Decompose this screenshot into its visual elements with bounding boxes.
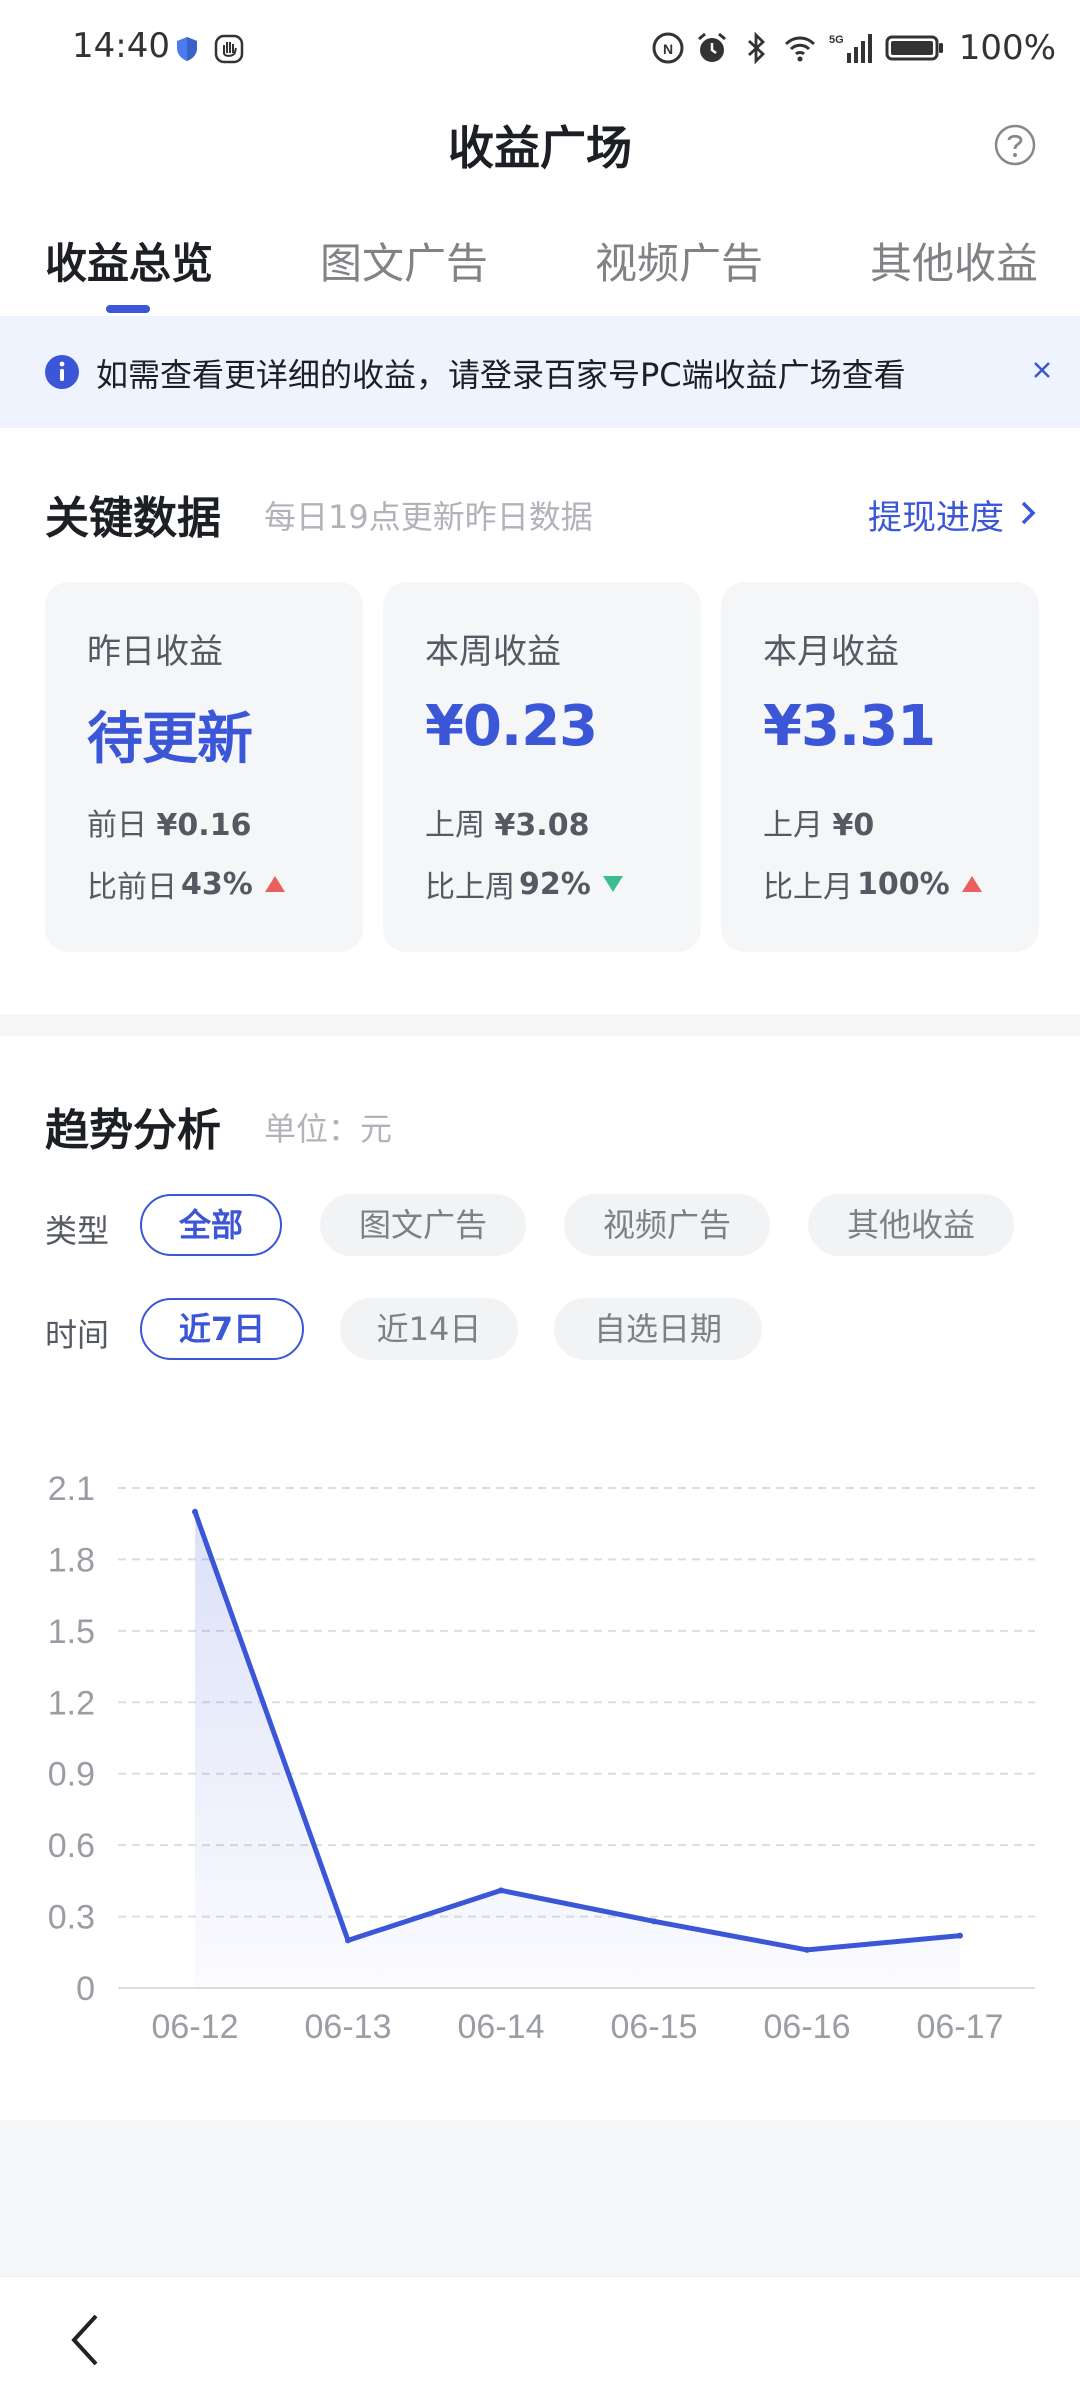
type-chip-image-text[interactable]: 图文广告 <box>320 1194 526 1256</box>
key-data-subtitle: 每日19点更新昨日数据 <box>264 498 593 536</box>
x-tick-label: 06-17 <box>917 2008 1004 2046</box>
card-month-income[interactable]: 本月收益 ¥3.31 上月 ¥0 比上月 100% <box>721 582 1039 952</box>
time-chip-14days[interactable]: 近14日 <box>340 1298 518 1360</box>
trend-chart: 2.1 1.8 1.5 1.2 0.9 0.6 0.3 0 06-12 06-13 06-14 06… <box>48 1470 1035 2046</box>
card-prev: 上月 ¥0 <box>763 808 875 843</box>
type-chip-other[interactable]: 其他收益 <box>808 1194 1014 1256</box>
time-chip-custom[interactable]: 自选日期 <box>554 1298 762 1360</box>
data-point[interactable] <box>192 1508 198 1515</box>
card-yesterday-income[interactable]: 昨日收益 待更新 前日 ¥0.16 比前日 43% <box>45 582 363 952</box>
data-point[interactable] <box>498 1887 504 1894</box>
data-point[interactable] <box>651 1918 657 1925</box>
card-label: 本周收益 <box>425 632 561 672</box>
bottom-spacer <box>0 2120 1080 2276</box>
x-tick-label: 06-16 <box>764 2008 851 2046</box>
status-bar: 14:40 N 5G 100% <box>0 0 1080 100</box>
svg-text:N: N <box>663 41 673 57</box>
series-area <box>195 1511 960 1988</box>
trend-title: 趋势分析 <box>45 1105 221 1156</box>
tab-other-income[interactable]: 其他收益 <box>870 230 1038 291</box>
trend-unit: 单位：元 <box>264 1110 393 1148</box>
nfc-icon: N <box>652 32 684 64</box>
data-point[interactable] <box>957 1932 963 1939</box>
tab-bar: 收益总览 图文广告 视频广告 其他收益 <box>0 230 1080 310</box>
card-ratio: 比上月 100% <box>763 862 982 906</box>
key-data-title: 关键数据 <box>45 493 221 544</box>
x-tick-label: 06-12 <box>152 2008 239 2046</box>
data-point[interactable] <box>345 1937 351 1944</box>
close-icon[interactable] <box>1030 358 1054 382</box>
svg-text:5G: 5G <box>829 34 844 46</box>
y-tick-label: 1.2 <box>48 1684 95 1722</box>
type-chip-video[interactable]: 视频广告 <box>564 1194 770 1256</box>
trend-down-icon <box>602 876 623 892</box>
x-tick-label: 06-13 <box>305 2008 392 2046</box>
y-tick-label: 0.6 <box>48 1827 95 1865</box>
info-icon <box>45 355 79 389</box>
trend-up-icon <box>961 876 982 892</box>
x-tick-label: 06-14 <box>458 2008 545 2046</box>
type-chip-all[interactable]: 全部 <box>140 1194 282 1256</box>
shield-icon <box>177 37 197 61</box>
tab-image-text-ads[interactable]: 图文广告 <box>320 230 488 291</box>
card-label: 本月收益 <box>763 632 899 672</box>
help-icon[interactable] <box>994 124 1036 166</box>
x-tick-label: 06-15 <box>611 2008 698 2046</box>
type-filter-label: 类型 <box>45 1212 110 1250</box>
card-value: 待更新 <box>87 707 253 772</box>
back-icon[interactable] <box>66 2310 106 2370</box>
card-ratio: 比前日 43% <box>87 862 285 906</box>
card-value: ¥0.23 <box>425 694 598 759</box>
time-chip-7days[interactable]: 近7日 <box>140 1298 304 1360</box>
battery-icon <box>885 35 943 61</box>
page-title: 收益广场 <box>448 121 632 175</box>
data-point[interactable] <box>804 1946 810 1953</box>
card-value: ¥3.31 <box>763 694 936 759</box>
alarm-icon <box>697 32 726 62</box>
y-tick-label: 0 <box>76 1970 95 2008</box>
navigation-bar <box>0 2276 1080 2401</box>
card-label: 昨日收益 <box>87 632 223 672</box>
tab-video-ads[interactable]: 视频广告 <box>595 230 763 291</box>
trend-up-icon <box>264 876 285 892</box>
y-tick-label: 0.9 <box>48 1756 95 1794</box>
tab-overview[interactable]: 收益总览 <box>45 230 213 291</box>
wifi-icon <box>784 36 815 62</box>
y-tick-label: 2.1 <box>48 1470 95 1508</box>
status-icons: N 5G 100% <box>651 28 1056 68</box>
card-week-income[interactable]: 本周收益 ¥0.23 上周 ¥3.08 比上周 92% <box>383 582 701 952</box>
battery-percent: 100% <box>958 28 1056 68</box>
notice-text: 如需查看更详细的收益，请登录百家号PC端收益广场查看 <box>96 356 906 394</box>
y-tick-label: 1.8 <box>48 1541 95 1579</box>
y-tick-label: 1.5 <box>48 1613 95 1651</box>
time-filter-label: 时间 <box>45 1316 110 1354</box>
card-prev: 上周 ¥3.08 <box>425 808 590 843</box>
withdraw-progress-link[interactable]: 提现进度 <box>868 490 1004 539</box>
card-prev: 前日 ¥0.16 <box>87 808 252 843</box>
chevron-right-icon[interactable] <box>1018 498 1038 528</box>
section-divider <box>0 1014 1080 1036</box>
y-tick-label: 0.3 <box>48 1899 95 1937</box>
bluetooth-icon <box>747 31 765 65</box>
tab-indicator <box>106 305 150 313</box>
status-time: 14:40 <box>72 26 170 66</box>
signal-5g-icon: 5G <box>829 34 872 63</box>
hand-icon <box>214 34 244 64</box>
card-ratio: 比上周 92% <box>425 862 623 906</box>
